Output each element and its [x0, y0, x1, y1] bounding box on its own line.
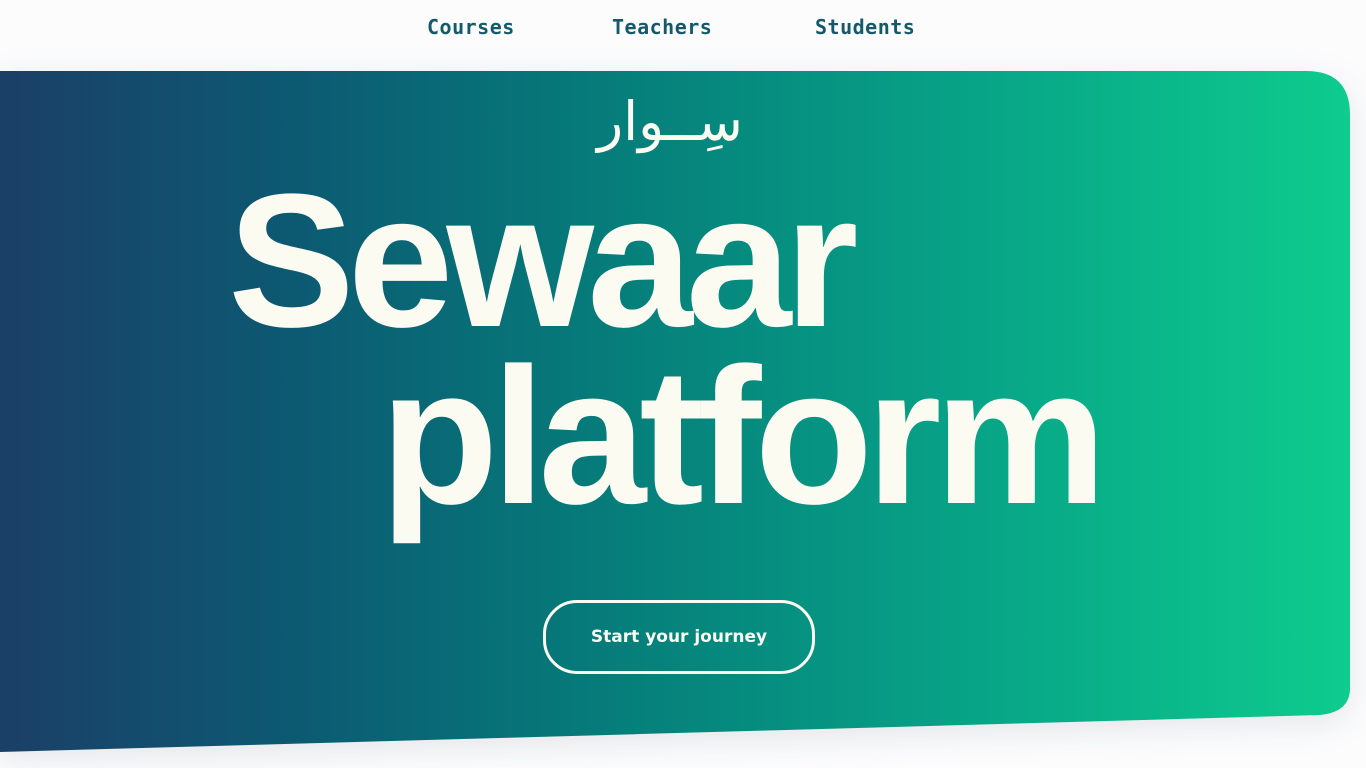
arabic-logo-text: سِــوار — [597, 90, 743, 153]
start-journey-button[interactable]: Start your journey — [543, 600, 815, 674]
hero-title-line-2: platform — [380, 328, 1100, 545]
hero-section: سِــوار Sewaar platform Start your journ… — [0, 0, 1366, 768]
hero-gradient-banner: سِــوار Sewaar platform Start your journ… — [0, 0, 1366, 768]
